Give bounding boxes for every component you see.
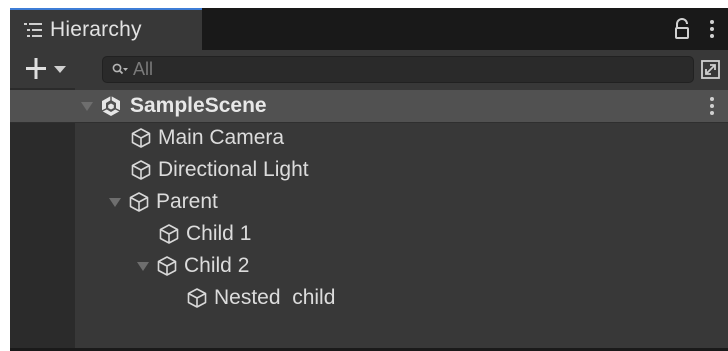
tree-item-directional-light[interactable]: Directional Light — [130, 154, 309, 186]
gameobject-cube-icon — [131, 160, 151, 180]
toolbar — [10, 50, 728, 88]
tree-item-label: Child 1 — [186, 222, 252, 245]
scene-label: SampleScene — [130, 94, 267, 117]
kebab-menu-icon[interactable] — [708, 18, 716, 40]
dropdown-arrow-icon — [54, 66, 66, 73]
gameobject-cube-icon — [131, 128, 151, 148]
tree-gutter — [10, 88, 75, 351]
foldout-arrow-icon[interactable] — [80, 100, 94, 112]
scene-kebab-menu-icon[interactable] — [708, 95, 716, 117]
foldout-arrow-icon[interactable] — [108, 196, 122, 208]
plus-icon — [26, 58, 46, 79]
expand-window-icon[interactable] — [700, 59, 722, 81]
tree-item-label: Nested child — [214, 286, 336, 309]
tree-item-child-1[interactable]: Child 1 — [158, 218, 251, 250]
tree-item-label: Directional Light — [158, 158, 309, 181]
gameobject-cube-icon — [159, 224, 179, 244]
lock-icon[interactable] — [674, 18, 690, 40]
tree-item-parent[interactable]: Parent — [108, 186, 218, 218]
scene-row-content: SampleScene — [80, 90, 267, 122]
unity-scene-icon — [101, 96, 121, 116]
tree-item-main-camera[interactable]: Main Camera — [130, 122, 284, 154]
hierarchy-list-icon — [24, 23, 42, 37]
tree-item-label: Parent — [156, 190, 218, 213]
add-dropdown-button[interactable] — [24, 56, 76, 82]
tab-strip: Hierarchy — [10, 8, 728, 50]
tree-item-label: Child 2 — [184, 254, 250, 277]
gameobject-cube-icon — [129, 192, 149, 212]
hierarchy-tree: SampleScene Main Camera Directional Ligh… — [10, 88, 728, 351]
foldout-arrow-icon[interactable] — [136, 260, 150, 272]
gameobject-cube-icon — [157, 256, 177, 276]
tab-title: Hierarchy — [50, 18, 142, 41]
search-field[interactable] — [102, 56, 694, 83]
tree-item-label: Main Camera — [158, 126, 285, 149]
tree-item-child-2[interactable]: Child 2 — [136, 250, 249, 282]
search-icon — [112, 63, 128, 75]
gameobject-cube-icon — [187, 288, 207, 308]
hierarchy-window: Hierarchy All SampleScene Main Camera Di… — [10, 8, 728, 351]
tab-hierarchy[interactable]: Hierarchy — [10, 8, 202, 50]
scene-row[interactable]: SampleScene — [10, 90, 728, 123]
tree-item-nested-child[interactable]: Nested child — [186, 282, 335, 314]
search-input[interactable] — [133, 57, 673, 82]
